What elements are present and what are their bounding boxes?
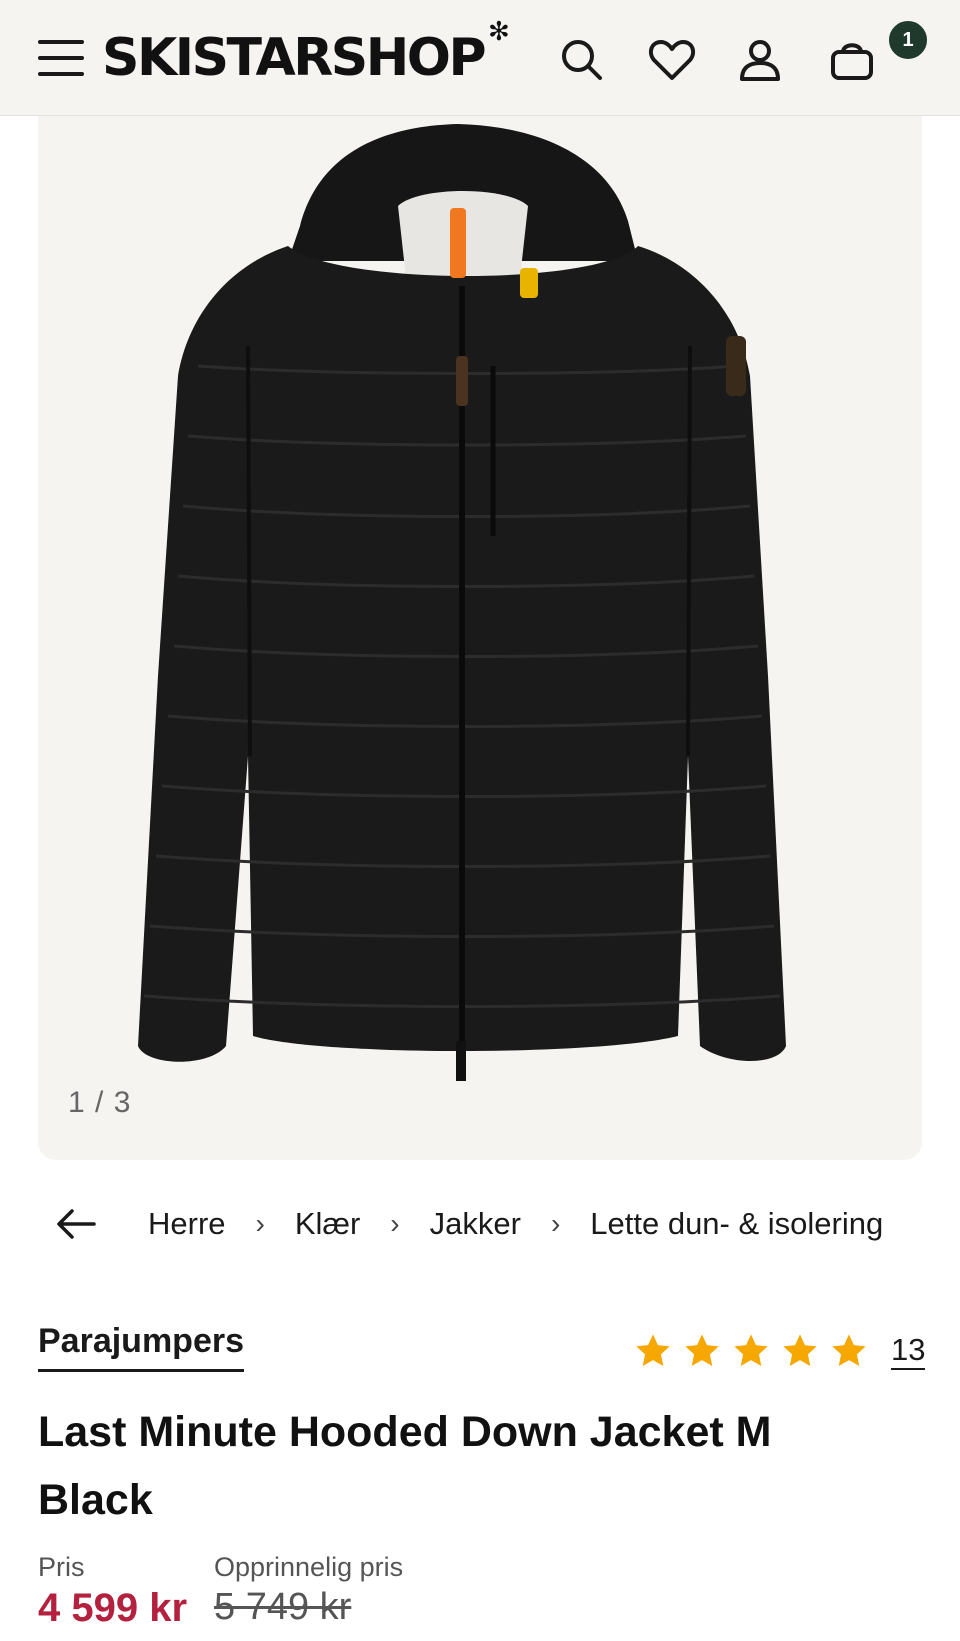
star-icon (685, 1334, 719, 1367)
chevron-right-icon: › (390, 1208, 400, 1239)
logo-star-icon: ✻ (488, 16, 510, 46)
breadcrumb-item-klaer[interactable]: Klær (295, 1206, 360, 1242)
original-price-label: Opprinnelig pris (214, 1552, 404, 1582)
chevron-right-icon: › (550, 1208, 561, 1239)
product-image-gallery[interactable]: 1 / 3 (38, 116, 922, 1160)
star-icon (832, 1334, 866, 1367)
original-price: 5 749 kr (214, 1586, 352, 1628)
breadcrumb-item-herre[interactable]: Herre (148, 1206, 226, 1242)
chevron-right-icon: › (255, 1208, 265, 1239)
search-icon[interactable] (556, 34, 608, 86)
account-icon[interactable] (734, 34, 786, 86)
star-icon (636, 1334, 670, 1367)
breadcrumb-item-jakker[interactable]: Jakker (430, 1206, 521, 1242)
heart-icon[interactable] (646, 34, 698, 86)
star-icon (783, 1334, 817, 1367)
site-logo[interactable]: SKISTARSHOP (102, 28, 487, 88)
brand-link[interactable]: Parajumpers (38, 1322, 244, 1372)
menu-icon[interactable] (38, 40, 84, 78)
breadcrumb: Herre › Klær › Jakker › Lette dun- & iso… (38, 1194, 922, 1254)
product-title: Last Minute Hooded Down Jacket M Black (38, 1408, 772, 1524)
review-count-link[interactable]: 13 (891, 1332, 926, 1370)
image-counter: 1 / 3 (68, 1086, 132, 1119)
breadcrumb-item-lette-dun[interactable]: Lette dun- & isolering (590, 1206, 883, 1242)
site-header: SKISTARSHOP ✻ 1 (0, 0, 960, 116)
rating[interactable]: 13 (634, 1332, 926, 1370)
product-image (138, 124, 786, 1081)
cart-icon[interactable] (826, 34, 878, 86)
cart-count-badge: 1 (886, 18, 930, 62)
back-arrow-icon[interactable] (56, 1204, 114, 1244)
price-label: Pris (38, 1552, 85, 1582)
star-icon (734, 1334, 768, 1367)
current-price: 4 599 kr (38, 1586, 188, 1630)
